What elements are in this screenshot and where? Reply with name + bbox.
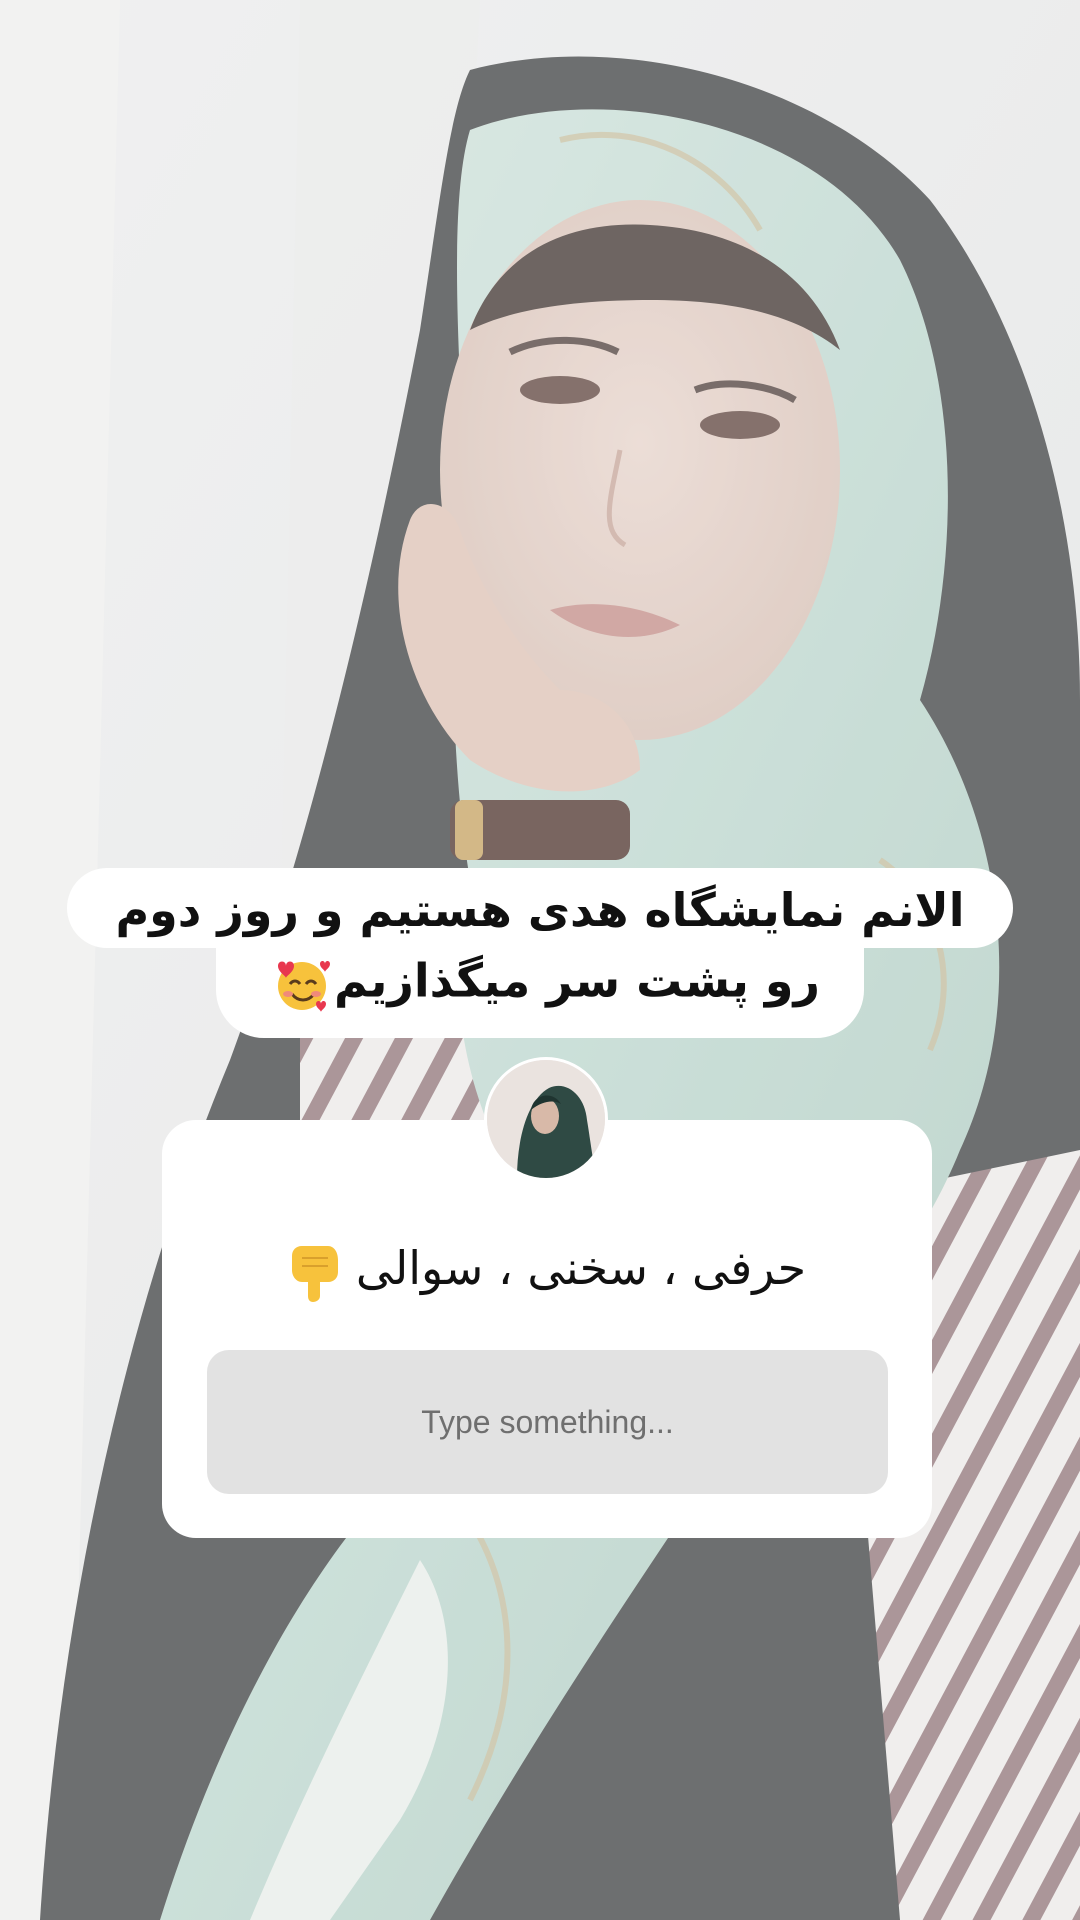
profile-photo-icon: [487, 1060, 605, 1178]
story-viewer: الانم نمایشگاه هدی هستیم و روز دوم رو پش…: [0, 0, 1080, 1920]
story-caption: الانم نمایشگاه هدی هستیم و روز دوم رو پش…: [0, 868, 1080, 1038]
smiling-face-with-hearts-icon: [278, 961, 331, 1012]
question-prompt-text: حرفی ، سخنی ، سوالی: [355, 1241, 807, 1295]
backhand-index-pointing-down-icon: [291, 1245, 338, 1302]
caption-line-2: رو پشت سر میگذازیم: [334, 953, 820, 1008]
caption-line-1: الانم نمایشگاه هدی هستیم و روز دوم: [67, 868, 1013, 948]
avatar: [484, 1057, 608, 1181]
question-answer-input[interactable]: [207, 1350, 888, 1494]
caption-line-2-wrap: رو پشت سر میگذازیم: [216, 944, 864, 1038]
question-prompt: حرفی ، سخنی ، سوالی: [162, 1240, 932, 1302]
